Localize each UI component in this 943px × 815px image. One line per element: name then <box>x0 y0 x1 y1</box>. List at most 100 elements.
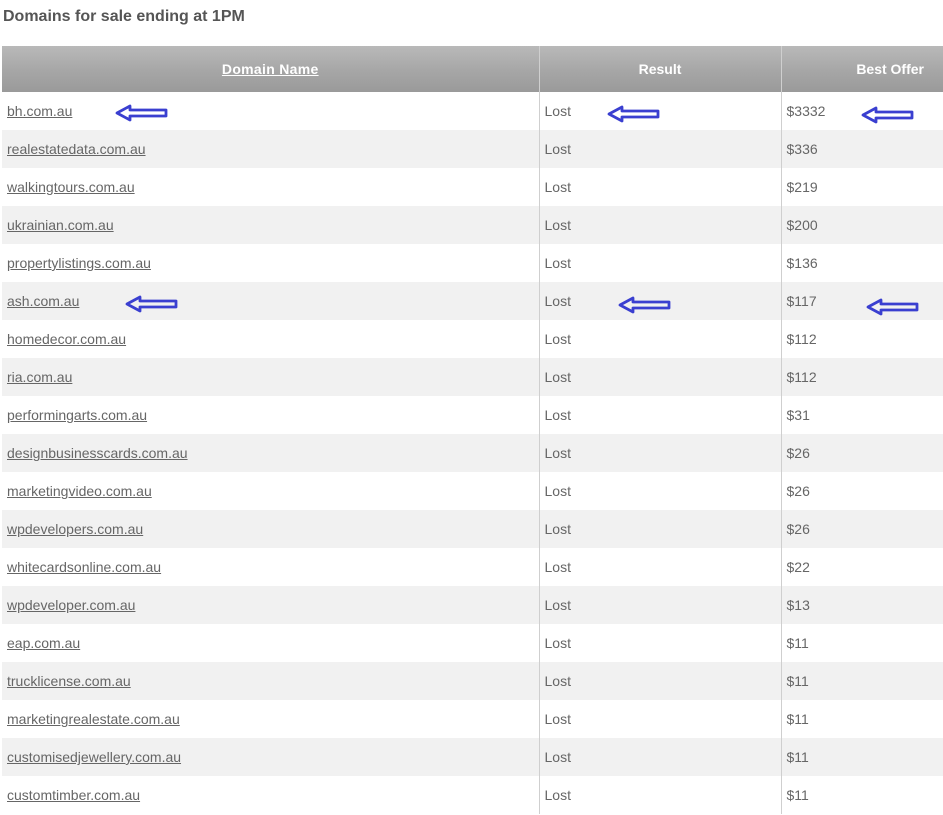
best-offer-cell: $11 <box>781 662 943 700</box>
domain-cell: propertylistings.com.au <box>2 244 540 282</box>
result-cell: Lost <box>539 244 782 282</box>
best-offer-column-header: Best Offer <box>781 46 943 92</box>
best-offer-cell: $11 <box>781 738 943 776</box>
domain-cell: performingarts.com.au <box>2 396 540 434</box>
table-row: trucklicense.com.au Lost $11 <box>2 662 943 700</box>
table-row: marketingvideo.com.au Lost $26 <box>2 472 943 510</box>
domain-link[interactable]: customisedjewellery.com.au <box>7 749 181 765</box>
result-cell: Lost <box>539 472 782 510</box>
domain-cell: homedecor.com.au <box>2 320 540 358</box>
domain-cell: customisedjewellery.com.au <box>2 738 540 776</box>
table-row: customtimber.com.au Lost $11 <box>2 776 943 814</box>
domain-link[interactable]: wpdeveloper.com.au <box>7 597 135 613</box>
table-header-row: Domain Name Result Best Offer <box>2 46 943 92</box>
best-offer-cell: $112 <box>781 358 943 396</box>
table-row: customisedjewellery.com.au Lost $11 <box>2 738 943 776</box>
domain-cell: ukrainian.com.au <box>2 206 540 244</box>
result-cell: Lost <box>539 776 782 814</box>
result-cell: Lost <box>539 130 782 168</box>
best-offer-cell: $336 <box>781 130 943 168</box>
result-cell: Lost <box>539 624 782 662</box>
domain-cell: ria.com.au <box>2 358 540 396</box>
best-offer-cell: $26 <box>781 434 943 472</box>
domain-link[interactable]: marketingrealestate.com.au <box>7 711 180 727</box>
domain-link[interactable]: homedecor.com.au <box>7 331 126 347</box>
table-row: wpdeveloper.com.au Lost $13 <box>2 586 943 624</box>
best-offer-cell: $13 <box>781 586 943 624</box>
domain-link[interactable]: realestatedata.com.au <box>7 141 146 157</box>
result-column-header: Result <box>539 46 782 92</box>
left-arrow-icon <box>125 295 178 313</box>
best-offer-cell: $112 <box>786 331 817 347</box>
domain-link[interactable]: ukrainian.com.au <box>7 217 114 233</box>
domain-cell: walkingtours.com.au <box>2 168 540 206</box>
left-arrow-icon <box>866 298 919 316</box>
table-row: homedecor.com.au Lost $112 <box>2 320 943 358</box>
best-offer-cell: $22 <box>786 559 810 575</box>
result-cell: Lost <box>539 586 782 624</box>
domain-link[interactable]: eap.com.au <box>7 635 80 651</box>
result-cell: Lost <box>539 206 782 244</box>
left-arrow-icon <box>618 296 671 314</box>
result-cell: Lost <box>539 396 782 434</box>
domain-cell: eap.com.au <box>2 624 540 662</box>
result-cell: Lost <box>539 662 782 700</box>
result-cell: Lost <box>539 510 782 548</box>
domain-link[interactable]: propertylistings.com.au <box>7 255 151 271</box>
result-cell: Lost <box>539 700 782 738</box>
domain-cell: designbusinesscards.com.au <box>2 434 540 472</box>
domain-link[interactable]: ash.com.au <box>7 293 79 309</box>
domain-link[interactable]: trucklicense.com.au <box>7 673 131 689</box>
best-offer-cell: $11 <box>786 711 809 727</box>
domain-cell: whitecardsonline.com.au <box>2 548 540 586</box>
domain-cell: marketingvideo.com.au <box>2 472 540 510</box>
best-offer-cell: $11 <box>786 635 809 651</box>
domain-name-column-header[interactable]: Domain Name <box>2 46 540 92</box>
best-offer-cell: $200 <box>781 206 943 244</box>
domain-link[interactable]: wpdevelopers.com.au <box>7 521 143 537</box>
domain-link[interactable]: designbusinesscards.com.au <box>7 445 188 461</box>
page-title: Domains for sale ending at 1PM <box>3 8 245 25</box>
domain-cell: ash.com.au <box>2 282 540 320</box>
domain-cell: wpdevelopers.com.au <box>2 510 540 548</box>
table-row: wpdevelopers.com.au Lost $26 <box>2 510 943 548</box>
best-offer-cell: $11 <box>786 787 809 803</box>
domain-link[interactable]: marketingvideo.com.au <box>7 483 152 499</box>
result-cell: Lost <box>539 548 782 586</box>
table-row: eap.com.au Lost $11 <box>2 624 943 662</box>
domain-link[interactable]: bh.com.au <box>7 103 72 119</box>
domain-link[interactable]: performingarts.com.au <box>7 407 147 423</box>
table-row: propertylistings.com.au Lost $136 <box>2 244 943 282</box>
left-arrow-icon <box>115 104 168 122</box>
result-cell: Lost <box>539 320 782 358</box>
domain-cell: realestatedata.com.au <box>2 130 540 168</box>
best-offer-cell: $136 <box>786 255 818 271</box>
domain-link[interactable]: walkingtours.com.au <box>7 179 135 195</box>
left-arrow-icon <box>861 106 914 124</box>
domain-link[interactable]: customtimber.com.au <box>7 787 140 803</box>
table-row: realestatedata.com.au Lost $336 <box>2 130 943 168</box>
domain-name-sort-link[interactable]: Domain Name <box>222 61 319 77</box>
table-row: performingarts.com.au Lost $31 <box>2 396 943 434</box>
result-cell: Lost <box>539 168 782 206</box>
left-arrow-icon <box>607 105 660 123</box>
domain-cell: marketingrealestate.com.au <box>2 700 540 738</box>
best-offer-cell: $31 <box>786 407 810 423</box>
best-offer-cell: $26 <box>781 510 943 548</box>
best-offer-cell: $26 <box>786 483 810 499</box>
table-row: ukrainian.com.au Lost $200 <box>2 206 943 244</box>
domain-cell: wpdeveloper.com.au <box>2 586 540 624</box>
table-row: designbusinesscards.com.au Lost $26 <box>2 434 943 472</box>
domains-table: Domain Name Result Best Offer bh.com.au L… <box>2 46 943 814</box>
table-row: marketingrealestate.com.au Lost $11 <box>2 700 943 738</box>
domain-link[interactable]: whitecardsonline.com.au <box>7 559 161 575</box>
domain-link[interactable]: ria.com.au <box>7 369 72 385</box>
table-row: whitecardsonline.com.au Lost $22 <box>2 548 943 586</box>
domain-cell: customtimber.com.au <box>2 776 540 814</box>
table-row: ria.com.au Lost $112 <box>2 358 943 396</box>
result-cell: Lost <box>539 358 782 396</box>
table-body: bh.com.au Lost $3332 realestatedata.com.au L… <box>2 92 943 814</box>
best-offer-cell: $219 <box>786 179 818 195</box>
domain-cell: trucklicense.com.au <box>2 662 540 700</box>
table-row: walkingtours.com.au Lost $219 <box>2 168 943 206</box>
